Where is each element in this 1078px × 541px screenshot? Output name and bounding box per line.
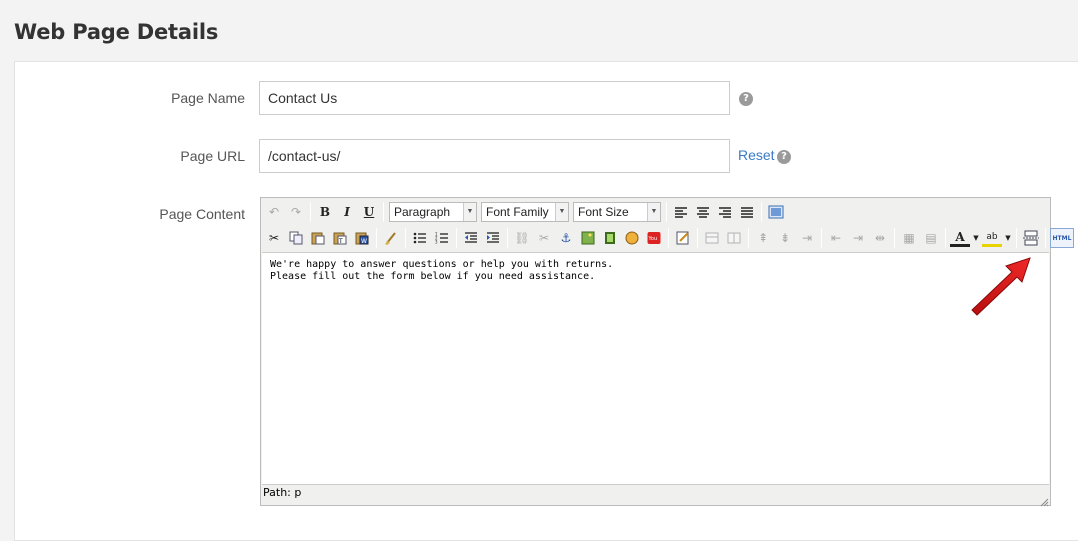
- paste-word-icon[interactable]: W: [352, 228, 372, 248]
- unlink-icon[interactable]: ✂: [534, 228, 554, 248]
- font-family-select-value: Font Family: [486, 205, 549, 219]
- merge-cells-icon[interactable]: ▦: [899, 228, 919, 248]
- editor-content-area[interactable]: We're happy to answer questions or help …: [262, 252, 1049, 485]
- format-select[interactable]: Paragraph ▼: [389, 202, 477, 222]
- align-right-icon[interactable]: [715, 202, 735, 222]
- align-center-icon[interactable]: [693, 202, 713, 222]
- chevron-down-icon: ▼: [555, 203, 568, 221]
- editor-path: Path: p: [263, 486, 302, 499]
- align-left-icon[interactable]: [671, 202, 691, 222]
- font-size-select[interactable]: Font Size ▼: [573, 202, 661, 222]
- resize-handle-icon[interactable]: [1039, 494, 1049, 507]
- cut-icon[interactable]: ✂: [264, 228, 284, 248]
- flash-icon[interactable]: [622, 228, 642, 248]
- toolbar-separator: [310, 202, 311, 222]
- indent-icon[interactable]: [483, 228, 503, 248]
- redo-icon[interactable]: ↷: [286, 202, 306, 222]
- row-before-icon[interactable]: ⇞: [753, 228, 773, 248]
- page-url-label: Page URL: [180, 148, 245, 164]
- row-after-icon[interactable]: ⇟: [775, 228, 795, 248]
- svg-text:W: W: [361, 238, 367, 245]
- numbered-list-icon[interactable]: 123: [432, 228, 452, 248]
- outdent-icon[interactable]: [461, 228, 481, 248]
- toolbar-separator: [761, 202, 762, 222]
- delete-row-icon[interactable]: ⇥: [797, 228, 817, 248]
- toolbar-separator: [894, 228, 895, 248]
- text-color-dropdown-icon[interactable]: ▼: [972, 228, 980, 248]
- media-icon[interactable]: [600, 228, 620, 248]
- highlight-dropdown-icon[interactable]: ▼: [1004, 228, 1012, 248]
- toolbar-separator: [666, 202, 667, 222]
- page-name-input[interactable]: Contact Us: [259, 81, 730, 115]
- toolbar-separator: [1045, 228, 1046, 248]
- toolbar-separator: [748, 228, 749, 248]
- col-after-icon[interactable]: ⇥: [848, 228, 868, 248]
- align-justify-icon[interactable]: [737, 202, 757, 222]
- page-break-icon[interactable]: [1021, 228, 1041, 248]
- italic-button[interactable]: I: [337, 202, 357, 222]
- text-color-icon[interactable]: A: [950, 229, 970, 247]
- page-content-label: Page Content: [159, 206, 245, 222]
- page-url-help-icon[interactable]: ?: [777, 150, 791, 164]
- toolbar-separator: [507, 228, 508, 248]
- content-line: We're happy to answer questions or help …: [270, 259, 614, 270]
- table-props-icon[interactable]: [702, 228, 722, 248]
- font-size-select-value: Font Size: [578, 205, 629, 219]
- font-family-select[interactable]: Font Family ▼: [481, 202, 569, 222]
- split-cells-icon[interactable]: ▤: [921, 228, 941, 248]
- bullet-list-icon[interactable]: [410, 228, 430, 248]
- red-arrow-annotation: [962, 252, 1042, 327]
- youtube-icon[interactable]: You: [644, 228, 664, 248]
- content-line: Please fill out the form below if you ne…: [270, 271, 596, 282]
- page-name-label: Page Name: [171, 90, 245, 106]
- format-select-value: Paragraph: [394, 205, 451, 219]
- fullscreen-icon[interactable]: [766, 202, 786, 222]
- delete-col-icon[interactable]: ⇹: [870, 228, 890, 248]
- undo-icon[interactable]: ↶: [264, 202, 284, 222]
- toolbar-separator: [821, 228, 822, 248]
- anchor-icon[interactable]: ⚓: [556, 228, 576, 248]
- editor-toolbar-row-1: ↶ ↷ B I U Paragraph ▼ Font Family ▼ Font…: [263, 200, 787, 224]
- reset-link[interactable]: Reset: [738, 147, 775, 163]
- rich-text-editor: ↶ ↷ B I U Paragraph ▼ Font Family ▼ Font…: [260, 197, 1074, 507]
- copy-icon[interactable]: [286, 228, 306, 248]
- svg-text:T: T: [338, 238, 343, 245]
- page-title: Web Page Details: [14, 20, 219, 44]
- clean-format-icon[interactable]: [381, 228, 401, 248]
- bold-button[interactable]: B: [315, 202, 335, 222]
- page-url-input[interactable]: /contact-us/: [259, 139, 730, 173]
- toolbar-separator: [945, 228, 946, 248]
- editor-toolbar-row-2: ✂ T W 123 ⛓ ✂ ⚓ You ⇞ ⇟ ⇥ ⇤ ⇥ ⇹ ▦ ▤ A ▼ …: [263, 226, 1075, 250]
- chevron-down-icon: ▼: [463, 203, 476, 221]
- underline-button[interactable]: U: [359, 202, 379, 222]
- toolbar-separator: [668, 228, 669, 248]
- edit-source-icon[interactable]: [673, 228, 693, 248]
- svg-text:You: You: [648, 236, 658, 242]
- toolbar-separator: [383, 202, 384, 222]
- toolbar-separator: [697, 228, 698, 248]
- cell-props-icon[interactable]: [724, 228, 744, 248]
- col-before-icon[interactable]: ⇤: [826, 228, 846, 248]
- toolbar-separator: [376, 228, 377, 248]
- toolbar-separator: [456, 228, 457, 248]
- svg-text:3: 3: [435, 240, 438, 245]
- link-icon[interactable]: ⛓: [512, 228, 532, 248]
- paste-icon[interactable]: [308, 228, 328, 248]
- chevron-down-icon: ▼: [647, 203, 660, 221]
- highlight-color-icon[interactable]: ab: [982, 229, 1002, 247]
- toolbar-separator: [405, 228, 406, 248]
- paste-text-icon[interactable]: T: [330, 228, 350, 248]
- image-icon[interactable]: [578, 228, 598, 248]
- html-source-button[interactable]: HTML: [1050, 228, 1074, 248]
- toolbar-separator: [1016, 228, 1017, 248]
- page-name-help-icon[interactable]: ?: [739, 92, 753, 106]
